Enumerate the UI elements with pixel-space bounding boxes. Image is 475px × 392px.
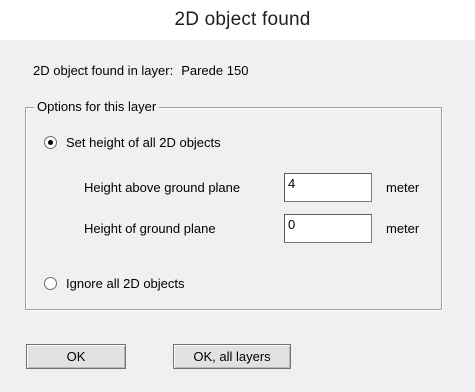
set-height-label: Set height of all 2D objects (66, 135, 221, 150)
ok-all-layers-button[interactable]: OK, all layers (173, 344, 291, 369)
layer-options-legend: Options for this layer (34, 99, 160, 114)
dialog-body: 2D object found in layer: Parede 150 Opt… (0, 40, 475, 392)
ignore-radio-option[interactable]: Ignore all 2D objects (44, 276, 185, 291)
found-layer-name: Parede 150 (181, 63, 249, 78)
ignore-label: Ignore all 2D objects (66, 276, 185, 291)
height-above-unit: meter (386, 180, 420, 195)
ground-height-value: 0 (288, 217, 296, 232)
ground-height-label: Height of ground plane (84, 221, 216, 236)
ground-height-row: Height of ground plane 0 meter (84, 214, 419, 243)
height-above-input[interactable]: 4 (284, 173, 372, 202)
ignore-radio[interactable] (44, 277, 57, 290)
found-layer-line: 2D object found in layer: Parede 150 (33, 63, 248, 78)
set-height-radio[interactable] (44, 136, 57, 149)
height-above-value: 4 (288, 176, 296, 191)
set-height-radio-option[interactable]: Set height of all 2D objects (44, 135, 221, 150)
layer-options-group: Options for this layer Set height of all… (25, 99, 442, 310)
height-above-label: Height above ground plane (84, 180, 241, 195)
found-layer-label: 2D object found in layer: (33, 63, 174, 78)
ground-height-unit: meter (386, 221, 420, 236)
ground-height-input[interactable]: 0 (284, 214, 372, 243)
ok-button[interactable]: OK (26, 344, 126, 369)
dialog-title-bar[interactable]: 2D object found (0, 0, 475, 40)
dialog-title: 2D object found (174, 9, 311, 30)
height-above-row: Height above ground plane 4 meter (84, 173, 419, 202)
